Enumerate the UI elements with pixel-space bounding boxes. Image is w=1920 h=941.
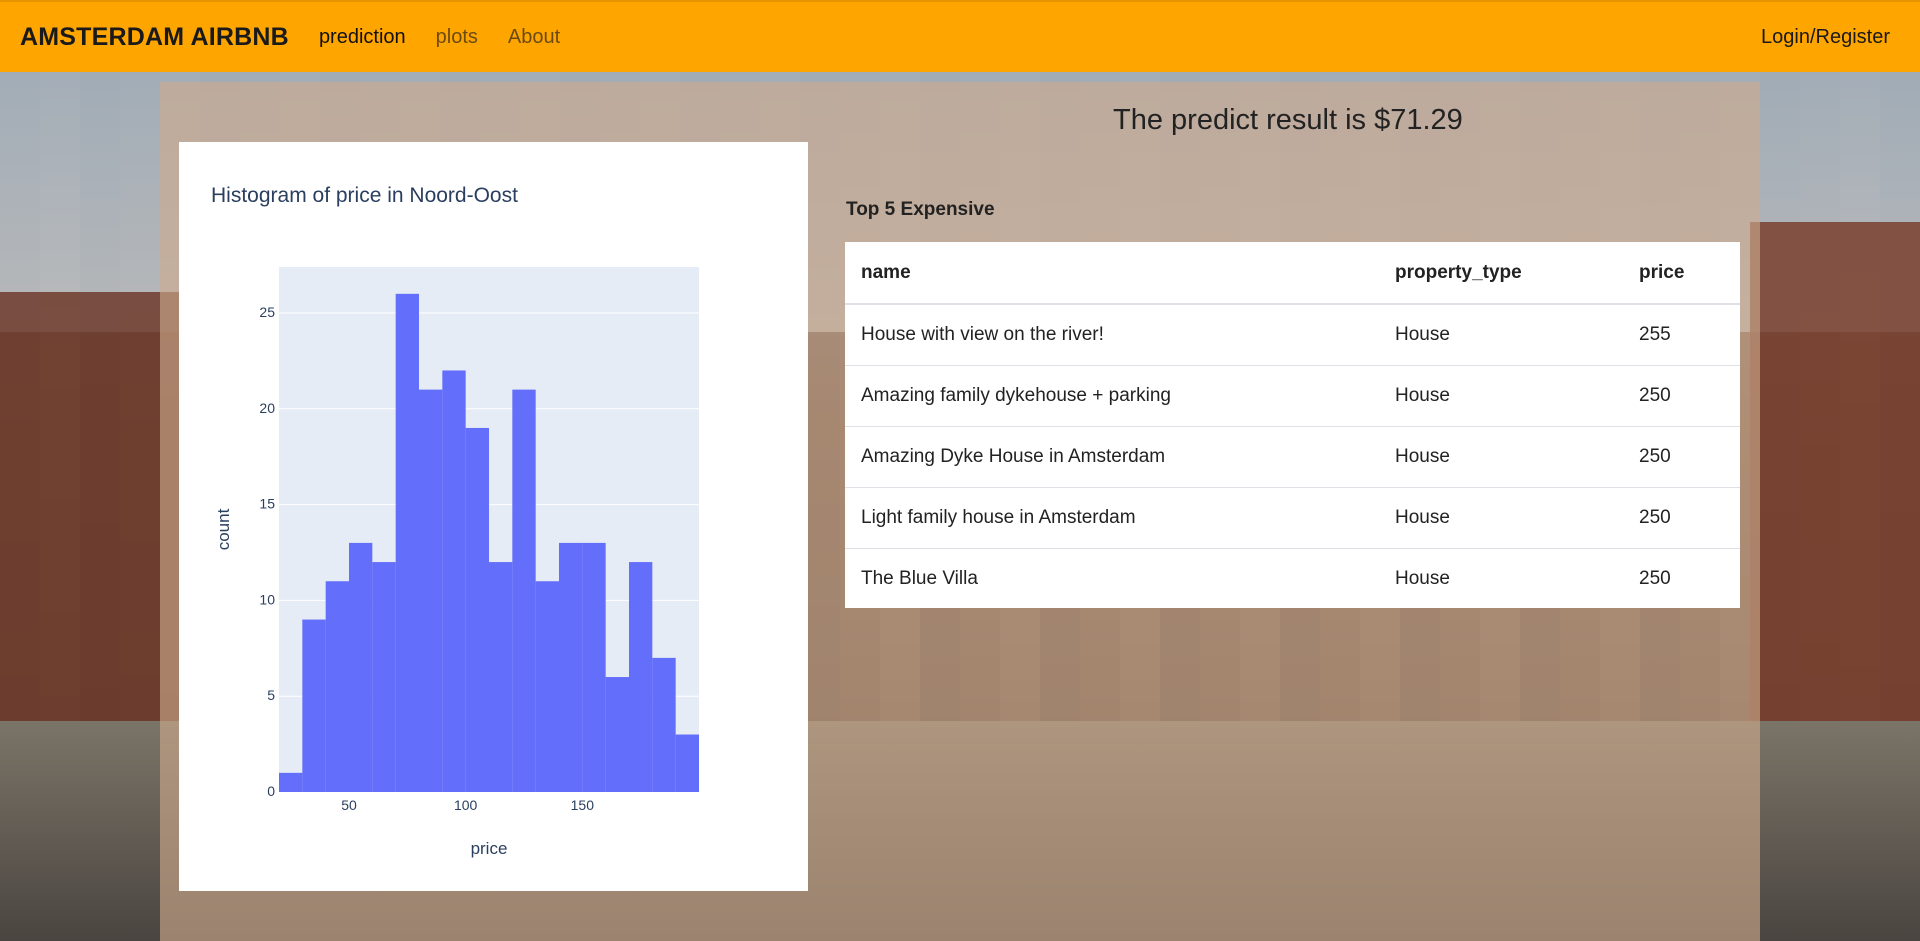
table-header-row: name property_type price xyxy=(845,242,1740,305)
histogram-bar xyxy=(442,370,466,792)
table-row: Light family house in Amsterdam House 25… xyxy=(845,487,1740,549)
histogram-bar xyxy=(652,657,676,792)
y-tick-label: 15 xyxy=(259,496,275,512)
histogram-bar xyxy=(512,389,536,792)
login-register-link[interactable]: Login/Register xyxy=(1761,26,1890,49)
cell-property-type: House xyxy=(1379,365,1623,427)
table-row: Amazing Dyke House in Amsterdam House 25… xyxy=(845,426,1740,488)
navbar: AMSTERDAM AIRBNB prediction plots About … xyxy=(0,0,1920,72)
background-building-left xyxy=(0,292,180,792)
y-tick-label: 0 xyxy=(267,783,275,799)
cell-price: 255 xyxy=(1623,304,1740,366)
cell-name: Light family house in Amsterdam xyxy=(845,487,1379,549)
histogram-bar xyxy=(489,562,513,792)
histogram-bar xyxy=(395,293,419,792)
x-tick-label: 50 xyxy=(341,797,357,813)
cell-property-type: House xyxy=(1379,304,1623,366)
histogram-bar xyxy=(535,581,559,792)
cell-name: Amazing Dyke House in Amsterdam xyxy=(845,426,1379,488)
cell-price: 250 xyxy=(1639,568,1671,589)
x-axis-label: price xyxy=(471,839,508,858)
histogram-bar xyxy=(302,619,326,792)
histogram-bar xyxy=(372,562,396,792)
y-axis-label: count xyxy=(214,508,233,550)
histogram-chart: 0 5 10 15 20 25 50 100 150 price count xyxy=(214,267,699,858)
histogram-bar xyxy=(629,562,653,792)
histogram-bar xyxy=(419,389,443,792)
predict-result-heading: The predict result is $71.29 xyxy=(1113,104,1463,136)
column-header-price: price xyxy=(1623,242,1740,305)
y-tick-label: 5 xyxy=(267,687,275,703)
brand-link[interactable]: AMSTERDAM AIRBNB xyxy=(20,23,289,52)
histogram-bar xyxy=(559,542,583,792)
y-tick-label: 25 xyxy=(259,304,275,320)
cell-property-type: House xyxy=(1379,487,1623,549)
cell-name: House with view on the river! xyxy=(845,304,1379,366)
nav-link-plots[interactable]: plots xyxy=(436,26,478,49)
histogram-bar xyxy=(279,772,303,792)
cell-property-type: House xyxy=(1379,426,1623,488)
histogram-bar xyxy=(675,734,699,792)
x-tick-label: 100 xyxy=(454,797,478,813)
table-heading: Top 5 Expensive xyxy=(846,199,995,220)
cell-name: Amazing family dykehouse + parking xyxy=(845,365,1379,427)
histogram-bar xyxy=(582,542,606,792)
cell-property-type: House xyxy=(1395,568,1450,589)
column-header-name: name xyxy=(845,242,1379,305)
nav-link-about[interactable]: About xyxy=(508,26,560,49)
table-row: The Blue Villa House 250 xyxy=(845,549,1740,610)
y-tick-label: 10 xyxy=(259,591,275,607)
top5-table-card: name property_type price House with view… xyxy=(845,242,1740,608)
histogram-bar xyxy=(465,427,489,792)
top5-table: name property_type price House with view… xyxy=(845,242,1740,609)
histogram-bar xyxy=(605,677,629,792)
column-header-property-type: property_type xyxy=(1379,242,1623,305)
cell-price: 250 xyxy=(1623,365,1740,427)
y-tick-label: 20 xyxy=(259,400,275,416)
background-building-right xyxy=(1750,222,1920,782)
table-row: Amazing family dykehouse + parking House… xyxy=(845,365,1740,427)
table-row: House with view on the river! House 255 xyxy=(845,304,1740,366)
cell-price: 250 xyxy=(1623,487,1740,549)
histogram-bar xyxy=(325,581,349,792)
x-tick-label: 150 xyxy=(571,797,595,813)
nav-link-prediction[interactable]: prediction xyxy=(319,26,406,49)
cell-name: The Blue Villa xyxy=(861,568,978,589)
cell-price: 250 xyxy=(1623,426,1740,488)
chart-title: Histogram of price in Noord-Oost xyxy=(211,184,518,207)
histogram-bar xyxy=(349,542,373,792)
histogram-card: 0 5 10 15 20 25 50 100 150 price count Histogram o… xyxy=(179,142,808,891)
